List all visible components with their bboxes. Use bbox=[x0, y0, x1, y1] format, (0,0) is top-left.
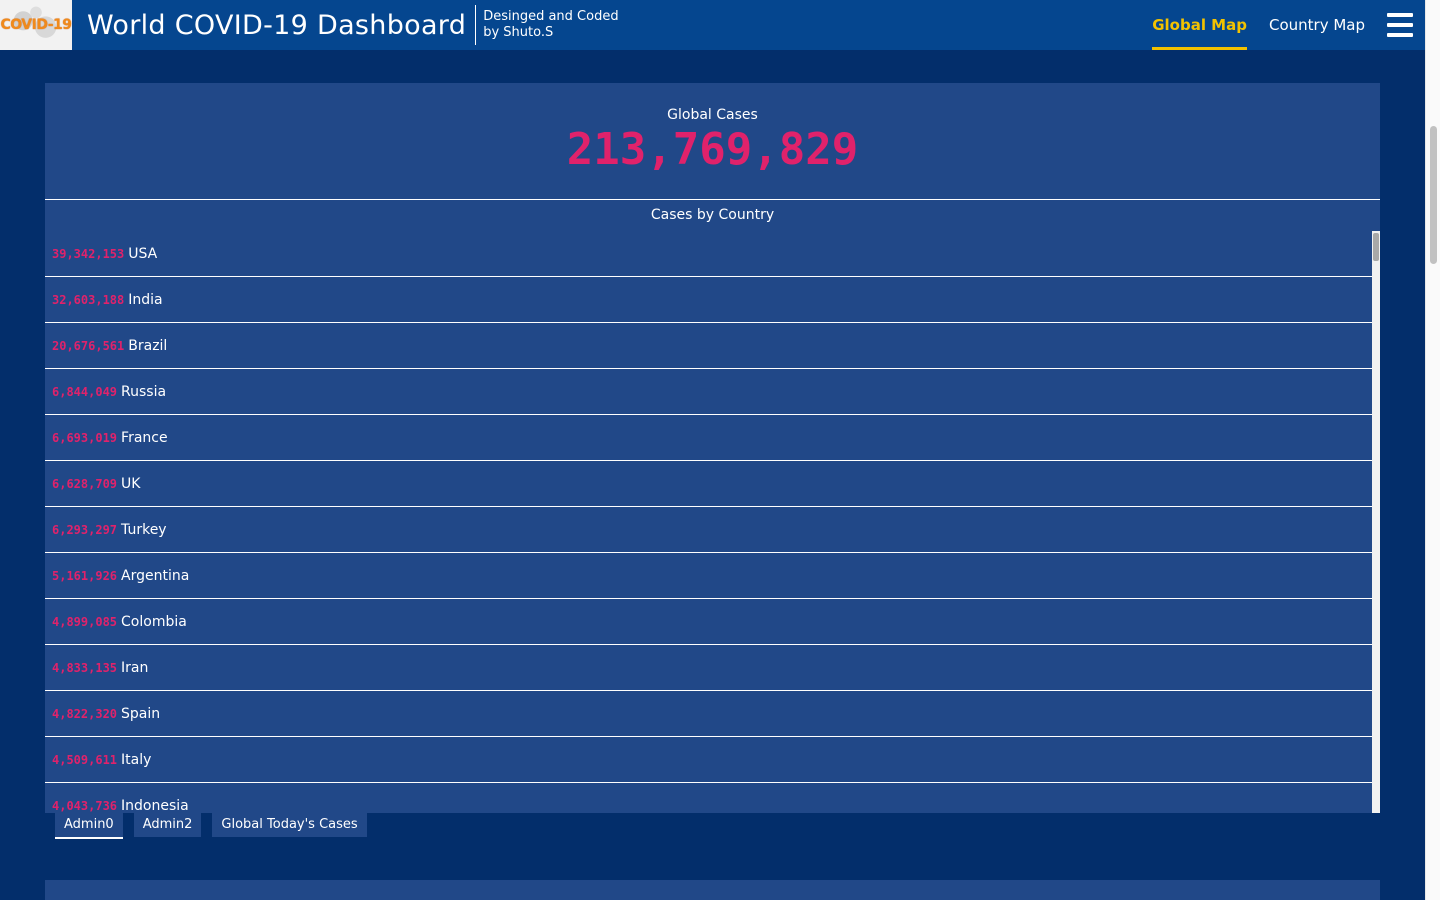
case-count: 4,043,736 bbox=[52, 798, 118, 813]
country-name: Indonesia bbox=[121, 797, 189, 814]
case-count: 4,509,611 bbox=[52, 752, 118, 767]
list-item[interactable]: 4,833,135 Iran bbox=[45, 645, 1372, 691]
case-count: 4,822,320 bbox=[52, 706, 118, 721]
tab-admin2[interactable]: Admin2 bbox=[133, 812, 202, 837]
next-panel bbox=[45, 880, 1380, 900]
list-item[interactable]: 4,509,611 Italy bbox=[45, 737, 1372, 783]
list-item[interactable]: 39,342,153 USA bbox=[45, 231, 1372, 277]
top-header: COVID-19 World COVID-19 Dashboard Desing… bbox=[0, 0, 1425, 50]
list-scrollbar-thumb[interactable] bbox=[1373, 233, 1379, 261]
menu-bar bbox=[1387, 33, 1413, 37]
case-count: 6,293,297 bbox=[52, 522, 118, 537]
list-item[interactable]: 4,043,736 Indonesia bbox=[45, 783, 1372, 814]
country-name: USA bbox=[128, 245, 158, 262]
country-name: Spain bbox=[121, 705, 161, 722]
country-name: France bbox=[121, 429, 168, 446]
country-name: Turkey bbox=[121, 521, 167, 538]
level-tabs: Admin0 Admin2 Global Today's Cases bbox=[55, 812, 378, 839]
credit-text: Desinged and Coded by Shuto.S bbox=[475, 5, 619, 45]
hamburger-menu-icon[interactable] bbox=[1387, 13, 1413, 37]
list-item[interactable]: 32,603,188 India bbox=[45, 277, 1372, 323]
list-item[interactable]: 20,676,561 Brazil bbox=[45, 323, 1372, 369]
list-item[interactable]: 6,628,709 UK bbox=[45, 461, 1372, 507]
tab-global-todays-cases[interactable]: Global Today's Cases bbox=[212, 812, 367, 837]
cases-by-country-title: Cases by Country bbox=[650, 207, 775, 223]
case-count: 6,844,049 bbox=[52, 384, 118, 399]
country-name: Iran bbox=[121, 659, 149, 676]
country-name: Argentina bbox=[121, 567, 190, 584]
list-item[interactable]: 6,844,049 Russia bbox=[45, 369, 1372, 415]
page: COVID-19 World COVID-19 Dashboard Desing… bbox=[0, 0, 1440, 900]
credit-line-1: Desinged and Coded bbox=[483, 9, 619, 24]
list-item[interactable]: 4,899,085 Colombia bbox=[45, 599, 1372, 645]
main-nav: Global Map Country Map bbox=[1130, 0, 1413, 50]
case-count: 6,628,709 bbox=[52, 476, 118, 491]
global-cases-value: 213,769,829 bbox=[566, 124, 859, 175]
global-cases-box: Global Cases 213,769,829 bbox=[45, 83, 1380, 200]
page-scrollbar-thumb[interactable] bbox=[1430, 126, 1437, 264]
covid-logo[interactable]: COVID-19 bbox=[0, 0, 72, 50]
menu-bar bbox=[1387, 23, 1413, 27]
case-count: 4,899,085 bbox=[52, 614, 118, 629]
country-list-container[interactable]: 39,342,153 USA 32,603,188 India 20,676,561… bbox=[45, 231, 1380, 813]
nav-country-map[interactable]: Country Map bbox=[1269, 0, 1365, 50]
country-name: Italy bbox=[121, 751, 152, 768]
tab-admin0[interactable]: Admin0 bbox=[55, 812, 123, 839]
nav-global-map[interactable]: Global Map bbox=[1152, 0, 1247, 50]
case-count: 20,676,561 bbox=[52, 338, 125, 353]
case-count: 32,603,188 bbox=[52, 292, 125, 307]
list-item[interactable]: 6,693,019 France bbox=[45, 415, 1372, 461]
page-title: World COVID-19 Dashboard bbox=[87, 9, 467, 41]
country-list: 39,342,153 USA 32,603,188 India 20,676,561… bbox=[45, 231, 1372, 813]
menu-bar bbox=[1387, 13, 1413, 17]
country-name: Colombia bbox=[121, 613, 187, 630]
list-scrollbar[interactable] bbox=[1372, 231, 1380, 813]
cases-panel: Global Cases 213,769,829 Cases by Countr… bbox=[45, 83, 1380, 813]
country-name: Brazil bbox=[128, 337, 168, 354]
list-item[interactable]: 6,293,297 Turkey bbox=[45, 507, 1372, 553]
country-name: UK bbox=[121, 475, 141, 492]
case-count: 4,833,135 bbox=[52, 660, 118, 675]
list-item[interactable]: 5,161,926 Argentina bbox=[45, 553, 1372, 599]
case-count: 6,693,019 bbox=[52, 430, 118, 445]
global-cases-label: Global Cases bbox=[667, 107, 758, 123]
case-count: 5,161,926 bbox=[52, 568, 118, 583]
case-count: 39,342,153 bbox=[52, 246, 125, 261]
credit-line-2: by Shuto.S bbox=[483, 25, 554, 40]
page-scrollbar[interactable] bbox=[1425, 0, 1440, 900]
country-name: India bbox=[128, 291, 163, 308]
logo-text: COVID-19 bbox=[0, 17, 72, 33]
list-item[interactable]: 4,822,320 Spain bbox=[45, 691, 1372, 737]
country-name: Russia bbox=[121, 383, 167, 400]
